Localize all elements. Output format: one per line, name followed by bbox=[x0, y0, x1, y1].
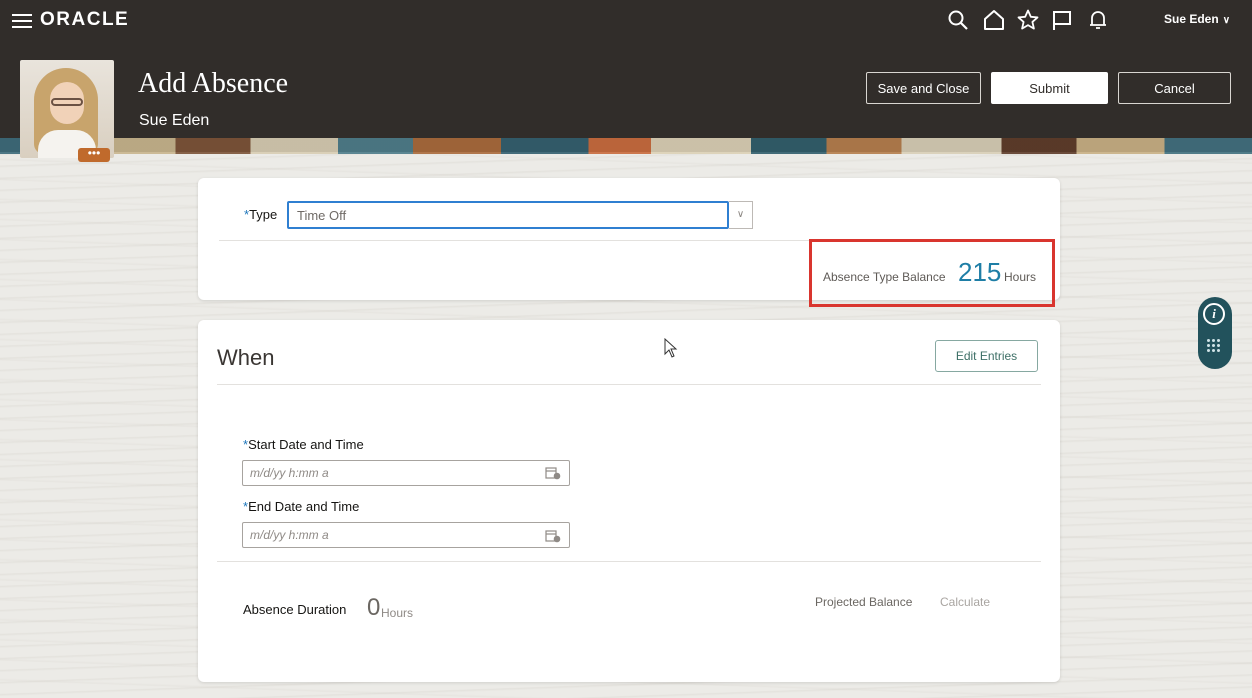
info-icon[interactable]: i bbox=[1203, 303, 1225, 325]
divider bbox=[217, 561, 1041, 562]
header-decoration bbox=[0, 138, 1252, 154]
user-name: Sue Eden bbox=[1164, 12, 1219, 26]
global-header: ORACLE Sue Eden ∨ bbox=[0, 0, 1252, 40]
chevron-down-icon: ∨ bbox=[1222, 15, 1231, 26]
page-title: Add Absence bbox=[138, 68, 289, 99]
type-input[interactable] bbox=[287, 201, 729, 229]
calendar-icon[interactable] bbox=[545, 529, 561, 543]
balance-unit: Hours bbox=[1004, 270, 1037, 284]
divider bbox=[219, 240, 809, 241]
chevron-down-icon[interactable]: ∨ bbox=[729, 201, 753, 229]
star-icon[interactable] bbox=[1016, 8, 1040, 32]
type-label: *Type bbox=[244, 207, 278, 222]
section-title: When bbox=[217, 345, 275, 370]
absence-duration-unit: Hours bbox=[381, 606, 414, 620]
projected-balance-label: Projected Balance bbox=[815, 595, 913, 609]
end-date-input[interactable]: m/d/yy h:mm a bbox=[242, 522, 570, 548]
page-subtitle: Sue Eden bbox=[139, 112, 210, 129]
absence-duration-value: 0 bbox=[367, 594, 381, 621]
start-date-label: *Start Date and Time bbox=[243, 437, 364, 452]
home-icon[interactable] bbox=[982, 8, 1006, 32]
mouse-cursor-icon bbox=[664, 338, 678, 358]
balance-value: 215 bbox=[958, 257, 1002, 287]
user-menu[interactable]: Sue Eden ∨ bbox=[1164, 12, 1230, 26]
submit-button[interactable]: Submit bbox=[991, 72, 1108, 104]
start-date-input[interactable]: m/d/yy h:mm a bbox=[242, 460, 570, 486]
avatar[interactable] bbox=[20, 60, 114, 158]
save-and-close-button[interactable]: Save and Close bbox=[866, 72, 981, 104]
edit-entries-button[interactable]: Edit Entries bbox=[935, 340, 1038, 372]
calculate-link[interactable]: Calculate bbox=[940, 595, 990, 609]
balance-label: Absence Type Balance bbox=[823, 270, 946, 284]
avatar-more-button[interactable]: ••• bbox=[78, 147, 110, 162]
menu-icon[interactable] bbox=[12, 10, 32, 30]
absence-duration-label: Absence Duration bbox=[243, 602, 347, 617]
cancel-button[interactable]: Cancel bbox=[1118, 72, 1231, 104]
end-date-label: *End Date and Time bbox=[243, 499, 360, 514]
calendar-icon[interactable] bbox=[545, 466, 561, 480]
flag-icon[interactable] bbox=[1050, 8, 1074, 32]
divider bbox=[217, 384, 1041, 385]
oracle-logo[interactable]: ORACLE bbox=[40, 9, 129, 31]
bell-icon[interactable] bbox=[1086, 8, 1110, 32]
apps-grid-icon[interactable] bbox=[1207, 339, 1221, 353]
search-icon[interactable] bbox=[946, 8, 970, 32]
